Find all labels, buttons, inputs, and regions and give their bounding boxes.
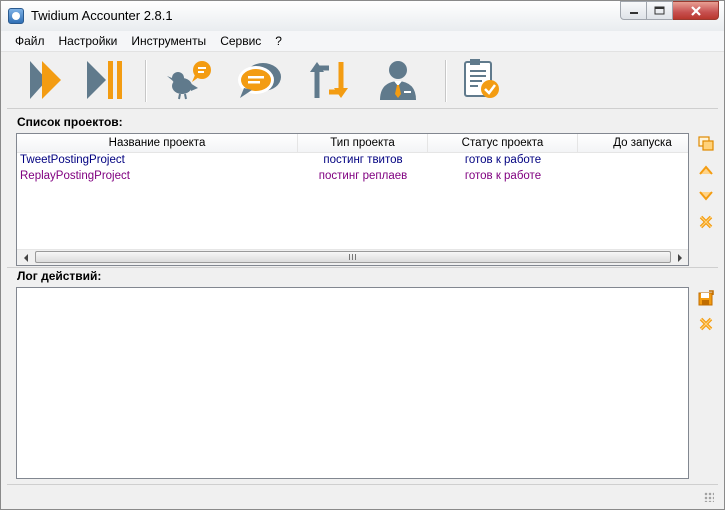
column-header-type[interactable]: Тип проекта: [298, 134, 428, 152]
minimize-button[interactable]: [620, 1, 647, 20]
scroll-right-button[interactable]: [671, 250, 688, 265]
project-status: готов к работе: [464, 154, 542, 166]
toolbar: [1, 52, 724, 108]
tweet-button[interactable]: [165, 55, 211, 105]
table-row[interactable]: ReplayPostingProject постинг реплаев гот…: [17, 168, 688, 184]
save-log-button[interactable]: [697, 289, 715, 307]
project-type: постинг твитов: [323, 154, 403, 166]
project-type: постинг реплаев: [318, 170, 408, 182]
move-down-button[interactable]: [697, 187, 715, 205]
accounts-button[interactable]: [375, 55, 421, 105]
column-header-status[interactable]: Статус проекта: [428, 134, 578, 152]
arrow-down-icon: [699, 191, 713, 201]
clear-log-button[interactable]: [697, 315, 715, 333]
delete-icon: [699, 215, 713, 229]
resize-grip-icon[interactable]: [704, 492, 714, 502]
project-name: TweetPostingProject: [20, 154, 125, 166]
delete-project-button[interactable]: [697, 213, 715, 231]
delete-icon: [699, 317, 713, 331]
start-all-button[interactable]: [23, 55, 69, 105]
twitter-bird-icon: [167, 61, 211, 100]
close-button[interactable]: [673, 1, 719, 20]
arrow-right-icon: [677, 253, 682, 262]
menu-help[interactable]: ?: [268, 31, 289, 51]
menu-settings[interactable]: Настройки: [52, 31, 125, 51]
app-icon: [8, 8, 24, 24]
projects-label: Список проектов:: [17, 115, 123, 129]
task-checklist-icon: [464, 59, 499, 98]
table-row[interactable]: TweetPostingProject постинг твитов готов…: [17, 152, 688, 168]
log-label: Лог действий:: [17, 269, 102, 283]
project-name: ReplayPostingProject: [20, 170, 130, 182]
toolbar-separator: [145, 60, 147, 102]
save-log-icon: [698, 290, 714, 306]
grip-icon: [349, 254, 357, 260]
copy-icon: [698, 136, 714, 151]
projects-list[interactable]: Название проекта Тип проекта Статус прое…: [16, 133, 689, 266]
project-status: готов к работе: [464, 170, 542, 182]
close-icon: [690, 5, 701, 16]
app-window: Twidium Accounter 2.8.1 Файл Настройки И…: [0, 0, 725, 510]
scroll-left-button[interactable]: [17, 250, 34, 265]
window-title: Twidium Accounter 2.8.1: [31, 8, 173, 23]
title-bar: Twidium Accounter 2.8.1: [1, 1, 724, 31]
minimize-icon: [629, 11, 638, 14]
horizontal-scrollbar[interactable]: [17, 249, 688, 265]
column-header-name[interactable]: Название проекта: [17, 134, 298, 152]
window-controls: [620, 1, 719, 21]
toolbar-separator: [445, 60, 447, 102]
arrow-left-icon: [23, 253, 28, 262]
maximize-button[interactable]: [647, 1, 673, 20]
list-header: Название проекта Тип проекта Статус прое…: [17, 134, 688, 153]
menu-bar: Файл Настройки Инструменты Сервис ?: [1, 31, 724, 52]
menu-file[interactable]: Файл: [1, 31, 52, 51]
arrow-up-icon: [699, 165, 713, 175]
user-icon: [380, 61, 416, 100]
copy-project-button[interactable]: [697, 135, 715, 153]
maximize-icon: [654, 6, 665, 15]
tasks-button[interactable]: [458, 55, 504, 105]
status-bar: [7, 484, 718, 506]
column-header-until-start[interactable]: До запуска: [578, 134, 688, 152]
retweet-icon: [310, 62, 348, 98]
chat-bubbles-icon: [238, 63, 281, 98]
menu-service[interactable]: Сервис: [213, 31, 268, 51]
pause-icon: [87, 61, 122, 99]
scrollbar-thumb[interactable]: [35, 251, 671, 263]
divider: [7, 267, 718, 268]
start-all-icon: [30, 61, 61, 99]
retweet-button[interactable]: [306, 55, 352, 105]
reply-button[interactable]: [235, 55, 281, 105]
move-up-button[interactable]: [697, 161, 715, 179]
divider: [7, 108, 718, 109]
menu-tools[interactable]: Инструменты: [124, 31, 213, 51]
log-textbox[interactable]: [16, 287, 689, 479]
pause-button[interactable]: [82, 55, 128, 105]
